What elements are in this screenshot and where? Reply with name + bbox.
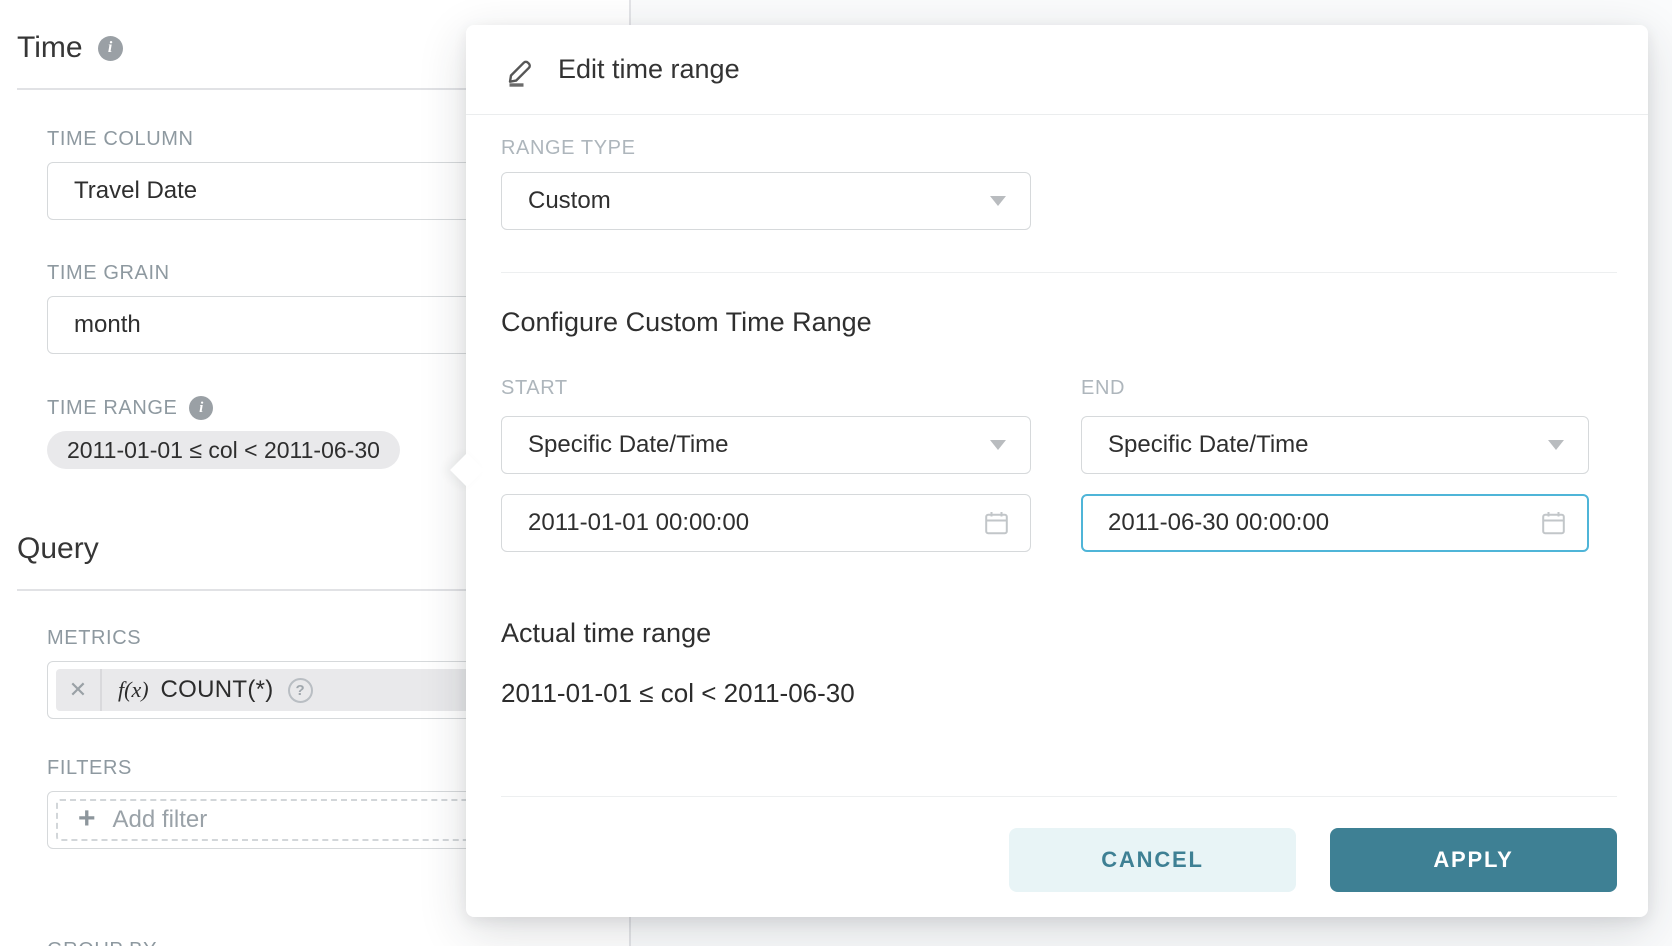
actual-range-heading: Actual time range bbox=[501, 616, 1617, 650]
calendar-icon[interactable] bbox=[1540, 510, 1567, 537]
range-type-select[interactable]: Custom bbox=[501, 172, 1031, 230]
end-mode-value: Specific Date/Time bbox=[1108, 431, 1309, 459]
popover-title: Edit time range bbox=[558, 54, 740, 85]
plus-icon: + bbox=[78, 804, 96, 834]
edit-time-range-popover: Edit time range RANGE TYPE Custom Config… bbox=[466, 25, 1648, 917]
time-column-value: Travel Date bbox=[74, 177, 197, 205]
range-type-value: Custom bbox=[528, 187, 611, 215]
start-column: START Specific Date/Time 2011-01-01 00:0… bbox=[501, 377, 1031, 552]
end-label: END bbox=[1081, 377, 1589, 399]
info-icon[interactable]: i bbox=[189, 396, 213, 420]
help-icon[interactable]: ? bbox=[288, 678, 313, 703]
time-grain-value: month bbox=[74, 311, 141, 339]
query-section-title: Query bbox=[17, 531, 99, 567]
start-mode-value: Specific Date/Time bbox=[528, 431, 729, 459]
chevron-down-icon bbox=[990, 440, 1006, 450]
time-range-label: TIME RANGE bbox=[47, 397, 177, 419]
start-datetime-input[interactable]: 2011-01-01 00:00:00 bbox=[501, 494, 1031, 552]
start-datetime-value: 2011-01-01 00:00:00 bbox=[528, 509, 749, 537]
apply-button[interactable]: APPLY bbox=[1330, 828, 1617, 892]
add-filter-label: Add filter bbox=[113, 806, 208, 834]
divider bbox=[501, 272, 1617, 273]
end-datetime-input[interactable]: 2011-06-30 00:00:00 bbox=[1081, 494, 1589, 552]
start-label: START bbox=[501, 377, 1031, 399]
function-icon: f(x) bbox=[118, 677, 149, 703]
pencil-icon bbox=[502, 52, 538, 88]
chevron-down-icon bbox=[1548, 440, 1564, 450]
end-mode-select[interactable]: Specific Date/Time bbox=[1081, 416, 1589, 474]
time-range-pill[interactable]: 2011-01-01 ≤ col < 2011-06-30 bbox=[47, 431, 400, 469]
end-datetime-value: 2011-06-30 00:00:00 bbox=[1108, 509, 1329, 537]
cancel-button[interactable]: CANCEL bbox=[1009, 828, 1296, 892]
range-type-label: RANGE TYPE bbox=[501, 137, 1617, 159]
calendar-icon[interactable] bbox=[983, 510, 1010, 537]
divider bbox=[501, 796, 1617, 797]
configure-heading: Configure Custom Time Range bbox=[501, 305, 1617, 339]
end-column: END Specific Date/Time 2011-06-30 00:00:… bbox=[1081, 377, 1589, 552]
start-mode-select[interactable]: Specific Date/Time bbox=[501, 416, 1031, 474]
popover-header: Edit time range bbox=[466, 25, 1648, 115]
explore-page: Time i TIME COLUMN Travel Date TIME GRAI… bbox=[0, 0, 1672, 946]
info-icon[interactable]: i bbox=[98, 36, 123, 61]
metric-name: COUNT(*) bbox=[161, 676, 274, 704]
group-by-label: GROUP BY bbox=[47, 939, 592, 946]
chevron-down-icon bbox=[990, 196, 1006, 206]
actual-range-value: 2011-01-01 ≤ col < 2011-06-30 bbox=[501, 678, 1617, 708]
remove-metric-icon[interactable]: ✕ bbox=[56, 669, 102, 711]
time-section-title: Time bbox=[17, 30, 83, 66]
